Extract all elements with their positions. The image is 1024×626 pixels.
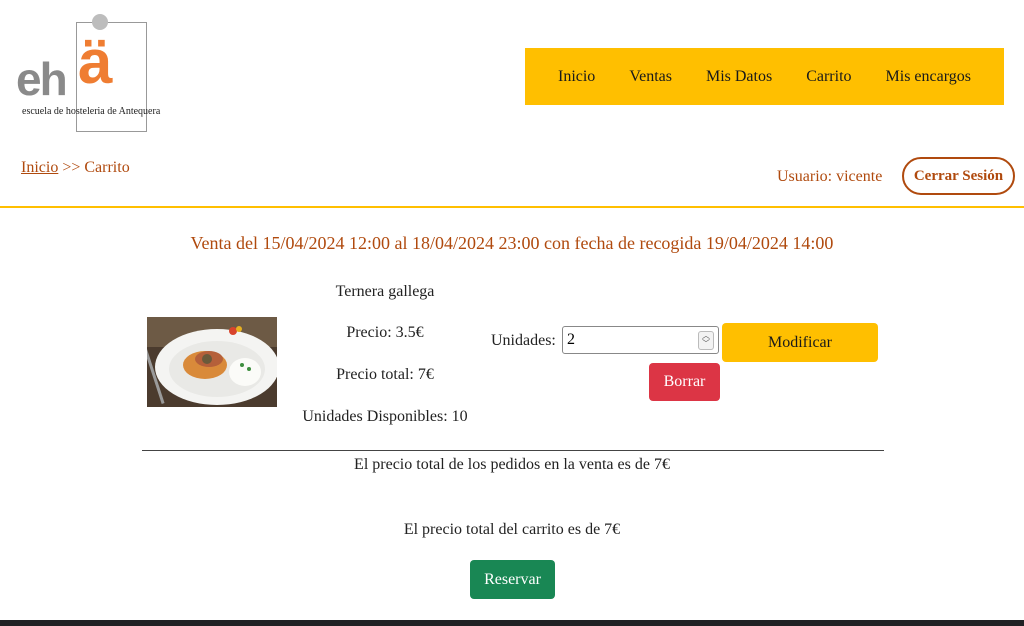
product-available-units: Unidades Disponibles: 10 xyxy=(302,408,468,425)
breadcrumb-current: Carrito xyxy=(84,159,130,176)
main-nav: Inicio Ventas Mis Datos Carrito Mis enca… xyxy=(525,48,1004,105)
logout-button[interactable]: Cerrar Sesión xyxy=(902,157,1015,195)
modify-button[interactable]: Modificar xyxy=(722,323,878,362)
product-image xyxy=(147,317,277,407)
breadcrumb-separator: >> xyxy=(58,159,85,176)
sale-total-text: El precio total de los pedidos en la ven… xyxy=(354,456,670,473)
header-divider xyxy=(0,206,1024,208)
window-bottom-edge xyxy=(0,620,1024,626)
units-spinner-icon[interactable]: ︿ ﹀ xyxy=(698,331,714,350)
nav-ventas[interactable]: Ventas xyxy=(612,68,689,86)
nav-mis-datos[interactable]: Mis Datos xyxy=(689,68,789,86)
sale-title: Venta del 15/04/2024 12:00 al 18/04/2024… xyxy=(190,233,834,253)
nav-mis-encargos[interactable]: Mis encargos xyxy=(869,68,988,86)
product-total-price: Precio total: 7€ xyxy=(336,366,434,383)
breadcrumb-home-link[interactable]: Inicio xyxy=(21,159,58,176)
user-label: Usuario: vicente xyxy=(777,168,883,185)
logo-letters-eh: eh xyxy=(16,53,68,105)
units-label: Unidades: xyxy=(491,332,556,349)
reserve-button[interactable]: Reservar xyxy=(470,560,555,599)
nav-inicio[interactable]: Inicio xyxy=(541,68,612,86)
units-input[interactable] xyxy=(562,326,719,354)
nav-carrito[interactable]: Carrito xyxy=(789,68,868,86)
logo-letter-a: ä xyxy=(78,28,113,97)
delete-button[interactable]: Borrar xyxy=(649,363,720,401)
order-divider xyxy=(142,450,884,451)
breadcrumb: Inicio >> Carrito xyxy=(21,159,130,177)
school-logo: eh ä escuela de hosteleria de Antequera xyxy=(14,12,164,132)
product-price: Precio: 3.5€ xyxy=(346,324,424,341)
cart-total-text: El precio total del carrito es de 7€ xyxy=(403,521,621,538)
product-name: Ternera gallega xyxy=(335,283,435,300)
logo-subtitle: escuela de hosteleria de Antequera xyxy=(22,106,161,117)
